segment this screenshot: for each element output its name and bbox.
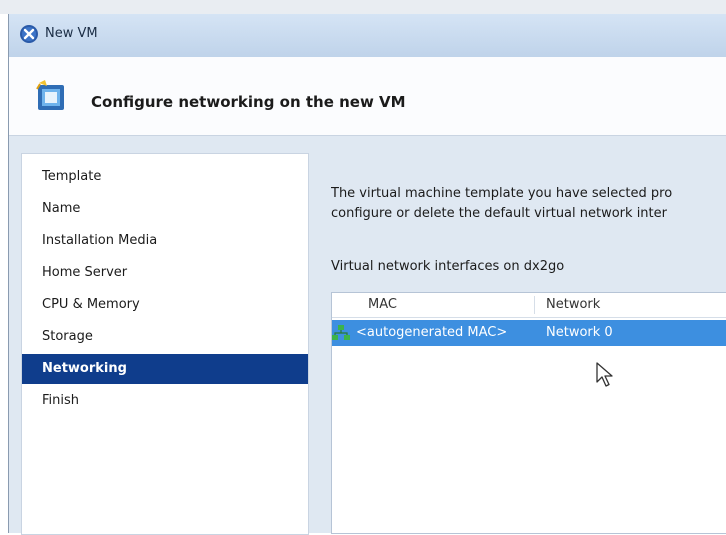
network-interfaces-list[interactable]: MAC Network <autogenerated MAC> Network … [331, 292, 726, 534]
networking-panel: The virtual machine template you have se… [309, 136, 726, 534]
sidebar-item-name[interactable]: Name [22, 194, 308, 224]
network-interface-icon [332, 325, 350, 340]
column-divider [534, 296, 535, 314]
top-strip [0, 0, 726, 14]
cell-network: Network 0 [546, 325, 613, 340]
description-line-1: The virtual machine template you have se… [331, 186, 673, 201]
sidebar-item-storage[interactable]: Storage [22, 322, 308, 352]
column-header-network[interactable]: Network [546, 293, 600, 317]
mouse-pointer-icon [596, 362, 613, 387]
wizard-steps-sidebar: Template Name Installation Media Home Se… [21, 153, 309, 535]
vm-wizard-icon [36, 80, 64, 110]
window-title: New VM [45, 26, 98, 41]
sidebar-item-home-server[interactable]: Home Server [22, 258, 308, 288]
wizard-header: Configure networking on the new VM [9, 57, 726, 136]
page-title: Configure networking on the new VM [91, 93, 406, 111]
table-row[interactable]: <autogenerated MAC> Network 0 [332, 320, 726, 346]
description-text: The virtual machine template you have se… [331, 184, 726, 224]
xen-logo-icon [20, 25, 38, 43]
interfaces-label: Virtual network interfaces on dx2go [331, 259, 565, 274]
title-bar: New VM [9, 14, 726, 58]
sidebar-item-finish[interactable]: Finish [22, 386, 308, 416]
sidebar-item-template[interactable]: Template [22, 162, 308, 192]
cell-mac: <autogenerated MAC> [356, 325, 508, 340]
sidebar-item-cpu-memory[interactable]: CPU & Memory [22, 290, 308, 320]
column-header-mac[interactable]: MAC [368, 293, 397, 317]
sidebar-item-installation-media[interactable]: Installation Media [22, 226, 308, 256]
description-line-2: configure or delete the default virtual … [331, 206, 667, 221]
new-vm-window: New VM Configure networking on the new V… [8, 14, 726, 535]
sidebar-item-networking[interactable]: Networking [22, 354, 308, 384]
list-header: MAC Network [332, 293, 726, 318]
